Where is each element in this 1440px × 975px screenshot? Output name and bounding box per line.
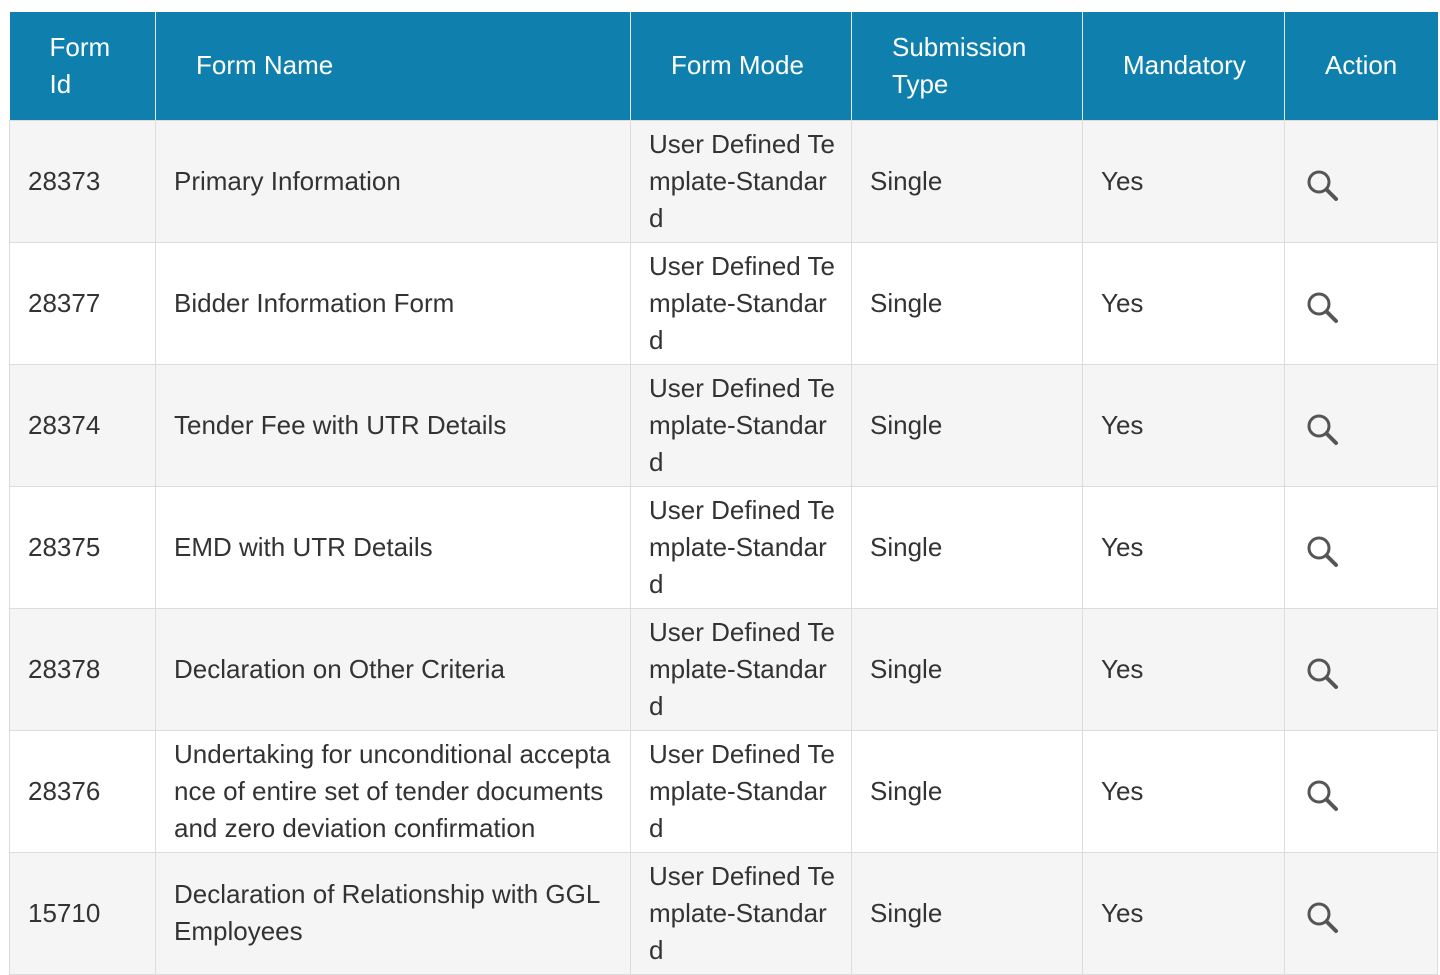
cell-form-id: 28375 xyxy=(9,485,156,609)
forms-table: Form Id Form Name Form Mode Submission T… xyxy=(9,12,1438,975)
cell-form-mode: User Defined Template-Standard xyxy=(630,241,852,365)
cell-form-mode: User Defined Template-Standard xyxy=(630,363,852,487)
cell-form-id: 28373 xyxy=(9,119,156,243)
cell-mandatory: Yes xyxy=(1082,729,1285,853)
cell-action xyxy=(1284,241,1438,365)
search-icon[interactable] xyxy=(1305,168,1339,202)
search-icon[interactable] xyxy=(1305,412,1339,446)
header-form-mode-label: Form Mode xyxy=(671,50,804,81)
cell-submission-type: Single xyxy=(851,363,1083,487)
cell-mandatory: Yes xyxy=(1082,607,1285,731)
search-icon[interactable] xyxy=(1305,900,1339,934)
search-icon[interactable] xyxy=(1305,656,1339,690)
cell-action xyxy=(1284,363,1438,487)
cell-form-id: 15710 xyxy=(9,851,156,975)
cell-form-name: Undertaking for unconditional acceptance… xyxy=(155,729,631,853)
cell-form-id: 28378 xyxy=(9,607,156,731)
cell-form-id: 28377 xyxy=(9,241,156,365)
cell-form-name: Declaration on Other Criteria xyxy=(155,607,631,731)
cell-action xyxy=(1284,729,1438,853)
cell-mandatory: Yes xyxy=(1082,363,1285,487)
table-body: 28373 Primary Information User Defined T… xyxy=(9,119,1438,975)
cell-form-name: Primary Information xyxy=(155,119,631,243)
header-mandatory-label: Mandatory xyxy=(1123,50,1246,81)
cell-mandatory: Yes xyxy=(1082,851,1285,975)
header-action: Action xyxy=(1284,12,1438,120)
cell-form-id: 28374 xyxy=(9,363,156,487)
search-icon[interactable] xyxy=(1305,534,1339,568)
table-row: 28377 Bidder Information Form User Defin… xyxy=(9,241,1438,365)
cell-submission-type: Single xyxy=(851,729,1083,853)
header-form-name: Form Name xyxy=(155,12,631,120)
cell-submission-type: Single xyxy=(851,485,1083,609)
header-form-mode: Form Mode xyxy=(630,12,852,120)
search-icon[interactable] xyxy=(1305,778,1339,812)
table-row: 15710 Declaration of Relationship with G… xyxy=(9,851,1438,975)
table-row: 28373 Primary Information User Defined T… xyxy=(9,119,1438,243)
cell-submission-type: Single xyxy=(851,851,1083,975)
cell-submission-type: Single xyxy=(851,119,1083,243)
cell-form-name: Bidder Information Form xyxy=(155,241,631,365)
cell-action xyxy=(1284,851,1438,975)
cell-form-mode: User Defined Template-Standard xyxy=(630,851,852,975)
cell-form-mode: User Defined Template-Standard xyxy=(630,119,852,243)
header-mandatory: Mandatory xyxy=(1082,12,1285,120)
cell-submission-type: Single xyxy=(851,241,1083,365)
table-row: 28374 Tender Fee with UTR Details User D… xyxy=(9,363,1438,487)
header-form-id-label: Form Id xyxy=(49,31,111,99)
header-submission-type-label: Submission Type xyxy=(892,31,1027,99)
cell-form-name: Declaration of Relationship with GGL Emp… xyxy=(155,851,631,975)
cell-action xyxy=(1284,119,1438,243)
forms-table-container: Form Id Form Name Form Mode Submission T… xyxy=(9,12,1438,975)
cell-submission-type: Single xyxy=(851,607,1083,731)
cell-action xyxy=(1284,485,1438,609)
cell-form-mode: User Defined Template-Standard xyxy=(630,729,852,853)
cell-form-name: EMD with UTR Details xyxy=(155,485,631,609)
cell-action xyxy=(1284,607,1438,731)
cell-mandatory: Yes xyxy=(1082,241,1285,365)
cell-mandatory: Yes xyxy=(1082,485,1285,609)
header-form-id: Form Id xyxy=(9,12,156,120)
table-header-row: Form Id Form Name Form Mode Submission T… xyxy=(9,12,1438,120)
header-submission-type: Submission Type xyxy=(851,12,1083,120)
header-form-name-label: Form Name xyxy=(196,50,334,81)
cell-form-mode: User Defined Template-Standard xyxy=(630,485,852,609)
search-icon[interactable] xyxy=(1305,290,1339,324)
table-row: 28378 Declaration on Other Criteria User… xyxy=(9,607,1438,731)
cell-form-id: 28376 xyxy=(9,729,156,853)
cell-form-mode: User Defined Template-Standard xyxy=(630,607,852,731)
cell-form-name: Tender Fee with UTR Details xyxy=(155,363,631,487)
cell-mandatory: Yes xyxy=(1082,119,1285,243)
table-row: 28376 Undertaking for unconditional acce… xyxy=(9,729,1438,853)
header-action-label: Action xyxy=(1325,50,1398,81)
table-row: 28375 EMD with UTR Details User Defined … xyxy=(9,485,1438,609)
